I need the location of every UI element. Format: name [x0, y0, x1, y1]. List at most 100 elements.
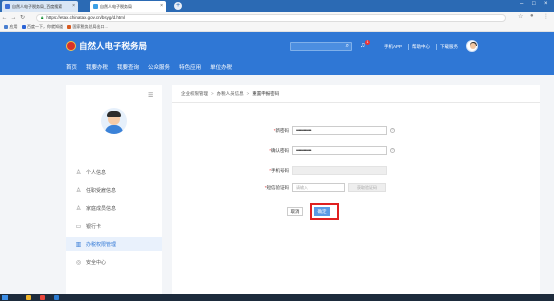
avatar-face: [470, 43, 476, 49]
browser-tab-active[interactable]: 自然人电子税务局 ×: [90, 1, 166, 12]
nav-featured-apps[interactable]: 特色应用: [179, 63, 201, 71]
lock-icon: 🔒︎: [41, 15, 44, 20]
main-nav: 首页 我要办税 我要查询 公众服务 特色应用 单位办税: [66, 63, 241, 71]
shield-icon: ◎: [75, 259, 82, 266]
browser-tab-label: 自然人电子税务局: [100, 3, 132, 9]
sidebar-item-bank-card[interactable]: ▭ 银行卡: [66, 219, 162, 233]
maximize-icon[interactable]: □: [532, 1, 536, 7]
apps-bookmark-label: 应用: [9, 24, 18, 29]
os-taskbar: [0, 294, 554, 301]
browser-tab[interactable]: 自然人电子税务局_百度搜索 ×: [2, 1, 78, 12]
apps-bookmark[interactable]: 应用: [4, 24, 18, 30]
nav-company-tax[interactable]: 单位办税: [210, 63, 232, 71]
phone-field: [292, 166, 387, 175]
bookmark-star-icon[interactable]: ☆: [518, 13, 523, 20]
url-field[interactable]: 🔒︎ https://etax.chinatax.gov.cn/bsyg/d.h…: [36, 13, 506, 22]
baidu-icon: [21, 25, 26, 29]
breadcrumb-current: 重置申报密码: [252, 91, 280, 96]
search-input[interactable]: ⌕: [290, 42, 352, 51]
tax-site-favicon-icon: [93, 4, 98, 9]
phone-row: *手机号码: [230, 166, 387, 175]
send-code-button[interactable]: 获取验证码: [348, 183, 386, 192]
new-password-field[interactable]: ••••••••••••: [292, 126, 387, 135]
sidebar-item-employment[interactable]: ♙ 任职受雇信息: [66, 183, 162, 197]
help-icon[interactable]: ?: [390, 128, 395, 133]
breadcrumb-separator-icon: >: [246, 91, 250, 96]
nav-tax-handling[interactable]: 我要办税: [86, 63, 108, 71]
bank-card-icon: ▭: [75, 223, 82, 230]
start-button-icon[interactable]: [2, 295, 8, 300]
new-tab-button[interactable]: +: [174, 2, 182, 10]
bookmark-label: 国家税务总局出口...: [72, 24, 108, 29]
reload-icon[interactable]: ↻: [18, 14, 27, 21]
site-logo[interactable]: 自然人电子税务局: [66, 40, 147, 52]
header-divider: [436, 44, 437, 50]
url-text: https://etax.chinatax.gov.cn/bsyg/d.html: [46, 15, 125, 20]
breadcrumb: 企业权限管理 > 办税人员信息 > 重置申报密码: [181, 91, 279, 97]
browser-tab-bar: 自然人电子税务局_百度搜索 × 自然人电子税务局 × + – □ ×: [0, 0, 554, 12]
browser-menu-icon[interactable]: ⋮: [543, 13, 549, 20]
avatar-body: [105, 125, 123, 134]
nav-query[interactable]: 我要查询: [117, 63, 139, 71]
breadcrumb-item[interactable]: 企业权限管理: [181, 91, 208, 97]
nav-public-service[interactable]: 公众服务: [148, 63, 170, 71]
mobile-app-link[interactable]: 手机APP: [384, 44, 402, 50]
sms-code-label: *短信验证码: [264, 184, 289, 190]
content-divider: [172, 102, 540, 103]
close-tab-icon[interactable]: ×: [72, 3, 75, 9]
nav-home[interactable]: 首页: [66, 63, 77, 71]
browser-tab-label: 自然人电子税务局_百度搜索: [12, 3, 63, 9]
highlight-box: [310, 203, 339, 220]
sidebar-item-label: 安全中心: [86, 259, 107, 266]
folder-icon[interactable]: [26, 295, 31, 300]
extension-icon[interactable]: ●: [530, 13, 534, 19]
sidebar-item-permissions[interactable]: ▥ 办税权限管理: [66, 237, 162, 251]
bookmark-item[interactable]: 百度一下，你就知道: [21, 24, 63, 30]
back-icon[interactable]: ←: [0, 15, 9, 21]
apps-grid-icon: [4, 25, 8, 29]
sms-code-row: *短信验证码 请输入 获取验证码: [230, 183, 386, 192]
menu-toggle-icon[interactable]: ☰: [148, 92, 153, 99]
sidebar-item-label: 银行卡: [86, 223, 102, 230]
minimize-icon[interactable]: –: [520, 1, 523, 7]
confirm-password-row: *确认密码 •••••••••••• ?: [230, 146, 395, 155]
avatar-hair: [107, 111, 121, 117]
tax-bureau-icon: [67, 25, 71, 29]
chrome-icon[interactable]: [40, 295, 45, 300]
sidebar-item-label: 任职受雇信息: [86, 187, 117, 194]
confirm-password-label: *确认密码: [269, 147, 289, 153]
sidebar-item-family[interactable]: ♙ 家庭成员信息: [66, 201, 162, 215]
profile-avatar: [101, 108, 127, 134]
notification-badge: 1: [365, 40, 370, 45]
header-divider: [408, 44, 409, 50]
sidebar-item-label: 家庭成员信息: [86, 205, 117, 212]
sidebar-item-label: 办税权限管理: [86, 241, 117, 248]
national-emblem-icon: [66, 41, 76, 51]
sms-code-input[interactable]: 请输入: [292, 183, 345, 192]
family-icon: ♙: [75, 205, 82, 212]
bookmark-item[interactable]: 国家税务总局出口...: [67, 24, 108, 30]
phone-label: *手机号码: [269, 167, 289, 173]
bookmarks-bar: 应用 百度一下，你就知道 国家税务总局出口...: [0, 23, 554, 32]
permission-icon: ▥: [75, 241, 82, 248]
forward-icon[interactable]: →: [9, 15, 18, 21]
app-icon[interactable]: [54, 295, 59, 300]
address-bar-row: ← → ↻ 🔒︎ https://etax.chinatax.gov.cn/bs…: [0, 12, 554, 23]
breadcrumb-item[interactable]: 办税人员信息: [217, 91, 244, 97]
person-icon: ♙: [75, 169, 82, 176]
close-window-icon[interactable]: ×: [544, 1, 548, 7]
user-avatar[interactable]: [466, 40, 478, 52]
help-center-link[interactable]: 帮助中心: [412, 44, 430, 50]
new-password-row: *新密码 •••••••••••• ?: [230, 126, 395, 135]
download-link[interactable]: 下载服务: [440, 44, 458, 50]
close-tab-icon[interactable]: ×: [160, 3, 163, 9]
confirm-password-field[interactable]: ••••••••••••: [292, 146, 387, 155]
search-icon[interactable]: ⌕: [346, 43, 349, 50]
sidebar-item-personal-info[interactable]: ♙ 个人信息: [66, 165, 162, 179]
cancel-button[interactable]: 取消: [287, 207, 303, 216]
help-icon[interactable]: ?: [390, 148, 395, 153]
baidu-favicon-icon: [5, 4, 10, 9]
site-title: 自然人电子税务局: [79, 41, 148, 51]
new-password-label: *新密码: [273, 127, 289, 133]
sidebar-item-security[interactable]: ◎ 安全中心: [66, 255, 162, 269]
